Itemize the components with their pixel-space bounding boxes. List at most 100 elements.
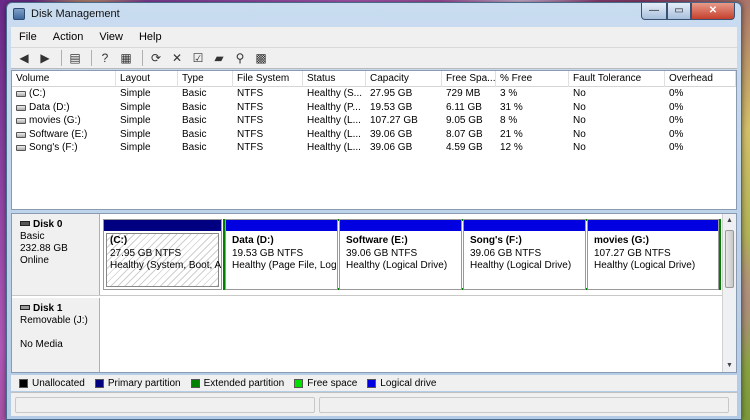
column-header-layout[interactable]: Layout [116,71,178,87]
partition-f-info: Song's (F:) 39.06 GB NTFS Healthy (Logic… [464,231,585,273]
partition-g-info: movies (G:) 107.27 GB NTFS Healthy (Logi… [588,231,718,273]
layout-cell: Simple [120,88,151,99]
volume-name: Software (E:) [29,128,88,140]
legend-swatch [19,378,28,388]
column-header-percent-free[interactable]: % Free [496,71,569,87]
partition-d[interactable]: Data (D:) 19.53 GB NTFS Healthy (Page Fi… [225,219,338,290]
partition-status: Healthy (System, Boot, Ac [110,260,222,271]
disk-1-name: Disk 1 [33,303,63,314]
status-cell: Healthy (L... [307,115,361,126]
free-space-cell: 4.59 GB [446,142,483,153]
console-tree-icon[interactable]: ▤ [66,50,84,66]
legend-unallocated: Unallocated [19,378,85,389]
partition-c-info: (C:) 27.95 GB NTFS Healthy (System, Boot… [104,231,221,273]
help-icon[interactable]: ? [96,50,114,66]
status-cell: Healthy (S... [307,88,363,99]
search-icon[interactable]: ⚲ [231,50,249,66]
volume-row[interactable]: movies (G:) Simple Basic NTFS Healthy (L… [12,114,736,128]
volume-name: (C:) [29,88,46,99]
open-folder-icon[interactable]: ▰ [210,50,228,66]
column-header-volume[interactable]: Volume [12,71,116,87]
volume-row[interactable]: Software (E:) Simple Basic NTFS Healthy … [12,128,736,142]
refresh-icon[interactable]: ⟳ [147,50,165,66]
disk-0-label[interactable]: Disk 0 Basic 232.88 GB Online [12,214,100,295]
column-header-fault-tolerance[interactable]: Fault Tolerance [569,71,665,87]
legend-free-space: Free space [294,378,357,389]
status-cell: Healthy (P... [307,101,361,113]
toolbar-separator [142,50,143,66]
window-title: Disk Management [31,8,120,20]
disk-management-icon [13,8,25,20]
partition-status: Healthy (Page File, Logi [232,260,338,271]
legend-swatch [190,378,200,388]
menu-help[interactable]: Help [131,31,170,43]
volume-list[interactable]: Volume Layout Type File System Status Ca… [11,70,737,210]
toolbar: ◀ ▶ ▤ ? ▦ ⟳ ✕ ☑ ▰ ⚲ ▩ [11,47,737,69]
menu-file[interactable]: File [11,31,45,43]
type-cell: Basic [182,88,207,99]
back-arrow-icon[interactable]: ◀ [15,50,33,66]
window-controls: — ▭ ✕ [641,3,735,20]
partition-name: Song's (F:) [470,235,522,246]
properties-icon[interactable]: ▦ [117,50,135,66]
scroll-thumb[interactable] [725,230,734,288]
menu-action[interactable]: Action [45,31,92,43]
column-header-free-space[interactable]: Free Spa... [442,71,496,87]
disk-1-label[interactable]: Disk 1 Removable (J:) No Media [12,298,100,372]
legend-swatch [294,378,304,388]
partition-c[interactable]: (C:) 27.95 GB NTFS Healthy (System, Boot… [103,219,222,290]
free-space-cell: 9.05 GB [446,115,483,126]
volume-row[interactable]: Data (D:) Simple Basic NTFS Healthy (P..… [12,101,736,115]
disk-graphical-view[interactable]: Disk 0 Basic 232.88 GB Online (C:) 27.95… [11,213,737,373]
legend-label: Logical drive [380,377,437,389]
disk-0-row: Disk 0 Basic 232.88 GB Online (C:) 27.95… [12,214,723,296]
menu-view[interactable]: View [91,31,131,43]
partition-size: 27.95 GB NTFS [110,247,182,259]
overhead-cell: 0% [669,88,684,99]
drive-icon [16,104,26,111]
grid-icon[interactable]: ▩ [252,50,270,66]
partition-e[interactable]: Software (E:) 39.06 GB NTFS Healthy (Log… [339,219,462,290]
column-header-file-system[interactable]: File System [233,71,303,87]
disk-0-status: Online [20,255,49,266]
maximize-button[interactable]: ▭ [667,3,691,20]
title-bar[interactable]: Disk Management — ▭ ✕ [7,3,741,25]
scroll-down-arrow-icon[interactable]: ▼ [723,359,736,372]
volume-cell: Song's (F:) [12,141,116,155]
column-header-overhead[interactable]: Overhead [665,71,736,87]
column-header-status[interactable]: Status [303,71,366,87]
percent-free-cell: 3 % [500,88,518,99]
disk-view-scrollbar[interactable]: ▲ ▼ [722,214,736,372]
disk-0-type: Basic [20,231,45,242]
column-header-type[interactable]: Type [178,71,233,87]
volume-name: Data (D:) [29,101,70,113]
percent-free-cell: 31 % [500,101,523,113]
free-space-cell: 729 MB [446,88,481,99]
forward-arrow-icon[interactable]: ▶ [36,50,54,66]
column-header-capacity[interactable]: Capacity [366,71,442,87]
fault-tolerance-cell: No [573,101,586,113]
partition-size: 107.27 GB NTFS [594,247,671,259]
check-icon[interactable]: ☑ [189,50,207,66]
type-cell: Basic [182,115,207,126]
minimize-button[interactable]: — [641,3,667,20]
disk-1-status: No Media [20,339,63,350]
close-button[interactable]: ✕ [691,3,735,20]
volume-row[interactable]: Song's (F:) Simple Basic NTFS Healthy (L… [12,141,736,155]
type-cell: Basic [182,142,207,153]
delete-icon[interactable]: ✕ [168,50,186,66]
legend-swatch [367,378,377,388]
layout-cell: Simple [120,101,151,113]
partition-status: Healthy (Logical Drive) [594,260,696,271]
volume-row[interactable]: (C:) Simple Basic NTFS Healthy (S... 27.… [12,87,736,101]
disk-1-partitions [100,298,723,372]
legend-bar: Unallocated Primary partition Extended p… [11,375,737,391]
partition-g[interactable]: movies (G:) 107.27 GB NTFS Healthy (Logi… [587,219,719,290]
scroll-up-arrow-icon[interactable]: ▲ [723,214,736,227]
capacity-cell: 19.53 GB [370,101,413,113]
volume-cell: movies (G:) [12,114,116,128]
hard-disk-icon [20,221,30,226]
percent-free-cell: 8 % [500,115,518,126]
partition-f[interactable]: Song's (F:) 39.06 GB NTFS Healthy (Logic… [463,219,586,290]
